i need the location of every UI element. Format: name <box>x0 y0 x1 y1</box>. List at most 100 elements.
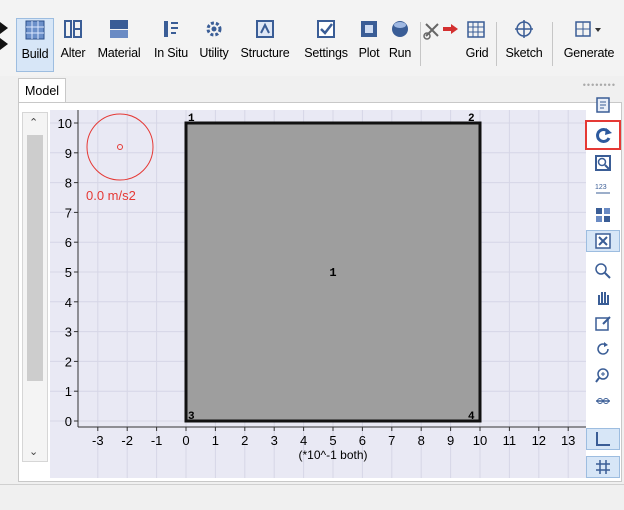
x-tick-label: 4 <box>300 433 307 448</box>
corner-label-bottom-left: 3 <box>188 411 195 423</box>
x-tick-label: 6 <box>359 433 366 448</box>
y-tick-label: 3 <box>65 325 72 340</box>
toolbar-grip-icon[interactable] <box>0 20 10 52</box>
toolbar-separator <box>552 22 553 66</box>
build-grid-icon <box>24 19 46 41</box>
toolbar-rotate-button[interactable] <box>586 338 620 360</box>
toolbar-settings-button[interactable]: Settings <box>298 18 354 72</box>
toolbar-edit-button[interactable] <box>586 312 620 334</box>
tab-model[interactable]: Model <box>18 78 67 103</box>
toolbar-zones-button[interactable] <box>586 204 620 226</box>
toolbar-grid-toggle-button[interactable] <box>586 456 620 478</box>
y-tick-label: 5 <box>65 265 72 280</box>
toolbar-tools-button[interactable] <box>423 18 459 72</box>
toolbar-zoom-extents-button[interactable] <box>586 152 620 174</box>
x-tick-label: 10 <box>473 433 487 448</box>
edit-pencil-icon <box>595 316 611 331</box>
toolbar-rotate-zoom-button[interactable] <box>586 364 620 386</box>
tab-bar: Model •••••••• <box>10 78 622 103</box>
toolbar-alter-label: Alter <box>60 46 86 60</box>
toolbar-grid-button[interactable]: Grid <box>462 18 492 72</box>
sketch-crosshair-icon <box>513 18 535 40</box>
toolbar-in-situ-button[interactable]: In Situ <box>148 18 194 72</box>
svg-text:123: 123 <box>595 184 607 191</box>
toolbar-settings-label: Settings <box>304 46 348 60</box>
toolbar-separator <box>420 22 421 66</box>
toolbar-alter-button[interactable]: Alter <box>56 18 90 72</box>
x-tick-label: 12 <box>532 433 546 448</box>
tools-scissors-icon <box>423 18 459 40</box>
toolbar-numbering-button[interactable]: 123 <box>586 178 620 200</box>
refresh-button-highlighted[interactable] <box>585 120 621 150</box>
scroll-down-icon[interactable]: ⌄ <box>29 445 38 458</box>
close-box-icon <box>595 233 611 249</box>
toolbar-plot-label: Plot <box>358 46 380 60</box>
toolbar-material-button[interactable]: Material <box>91 18 147 72</box>
sheet-icon <box>596 97 610 113</box>
y-tick-label: 8 <box>65 176 72 191</box>
axis-scale-label: (*10^-1 both) <box>299 448 368 462</box>
axes-icon <box>596 432 610 446</box>
scroll-up-icon[interactable]: ⌃ <box>29 116 38 129</box>
toolbar-zoom-button[interactable] <box>586 260 620 282</box>
corner-label-top-right: 2 <box>468 113 475 125</box>
x-tick-label: 11 <box>503 433 517 448</box>
zones-icon <box>596 208 610 222</box>
structure-icon <box>254 18 276 40</box>
grid-icon <box>466 18 488 40</box>
toolbar-sketch-label: Sketch <box>505 46 543 60</box>
settings-checkbox-icon <box>315 18 337 40</box>
numbering-icon: 123 <box>595 184 610 194</box>
status-bar <box>0 484 624 510</box>
gravity-indicator-dot <box>117 144 123 150</box>
plot-icon <box>358 18 380 40</box>
toolbar-link-button[interactable] <box>586 390 620 412</box>
panel-grip-dots[interactable]: •••••••• <box>583 80 616 90</box>
y-tick-label: 4 <box>65 295 72 310</box>
toolbar-in-situ-label: In Situ <box>153 46 189 60</box>
rotate-icon <box>597 342 609 355</box>
y-tick-label: 9 <box>65 146 72 161</box>
toolbar-run-label: Run <box>388 46 412 60</box>
toolbar-plot-button[interactable]: Plot <box>355 18 383 72</box>
toolbar-structure-button[interactable]: Structure <box>234 18 296 72</box>
refresh-icon <box>596 128 612 143</box>
x-tick-label: 8 <box>418 433 425 448</box>
x-tick-label: 13 <box>561 433 575 448</box>
run-sphere-icon <box>389 18 411 40</box>
zoom-extents-icon <box>595 155 611 171</box>
x-tick-label: -2 <box>121 433 133 448</box>
x-tick-label: 7 <box>388 433 395 448</box>
gravity-label: 0.0 m/s2 <box>86 188 136 203</box>
toolbar-sketch-button[interactable]: Sketch <box>500 18 548 72</box>
toolbar-close-view-button[interactable] <box>586 230 620 252</box>
toolbar-axes-button[interactable] <box>586 428 620 450</box>
x-tick-label: -3 <box>92 433 104 448</box>
toolbar-generate-label: Generate <box>563 46 615 60</box>
zoom-icon <box>595 263 611 279</box>
model-canvas[interactable]: -3 -2 -1 0 1 2 3 4 5 6 7 8 9 10 11 12 13012345678910 1 1… <box>50 110 586 478</box>
x-tick-label: 2 <box>241 433 248 448</box>
y-tick-label: 2 <box>65 354 72 369</box>
scrollbar-thumb[interactable] <box>27 135 43 381</box>
vertical-scrollbar[interactable]: ⌃ ⌄ <box>22 112 48 462</box>
material-icon <box>108 18 130 40</box>
toolbar-build-button[interactable]: Build <box>16 18 54 72</box>
model-view[interactable]: -3 -2 -1 0 1 2 3 4 5 6 7 8 9 10 11 12 13 0 1 2 3 4 5 6 7 8 9 10 1 1… <box>50 110 586 478</box>
alter-icon <box>62 18 84 40</box>
y-tick-label: 7 <box>65 205 72 220</box>
y-tick-label: 0 <box>65 414 72 429</box>
x-tick-label: 0 <box>182 433 189 448</box>
toolbar-utility-button[interactable]: Utility <box>195 18 233 72</box>
toolbar-grid-label: Grid <box>465 46 489 60</box>
toolbar-pan-button[interactable] <box>586 286 620 308</box>
toolbar-sheet-button[interactable] <box>586 94 620 116</box>
toolbar-run-button[interactable]: Run <box>385 18 415 72</box>
y-tick-label: 1 <box>65 384 72 399</box>
corner-label-top-left: 1 <box>188 113 195 125</box>
toolbar-build-label: Build <box>21 47 49 61</box>
toolbar-generate-button[interactable]: Generate <box>556 18 622 72</box>
in-situ-icon <box>160 18 182 40</box>
toolbar-separator <box>496 22 497 66</box>
utility-gear-icon <box>203 18 225 40</box>
